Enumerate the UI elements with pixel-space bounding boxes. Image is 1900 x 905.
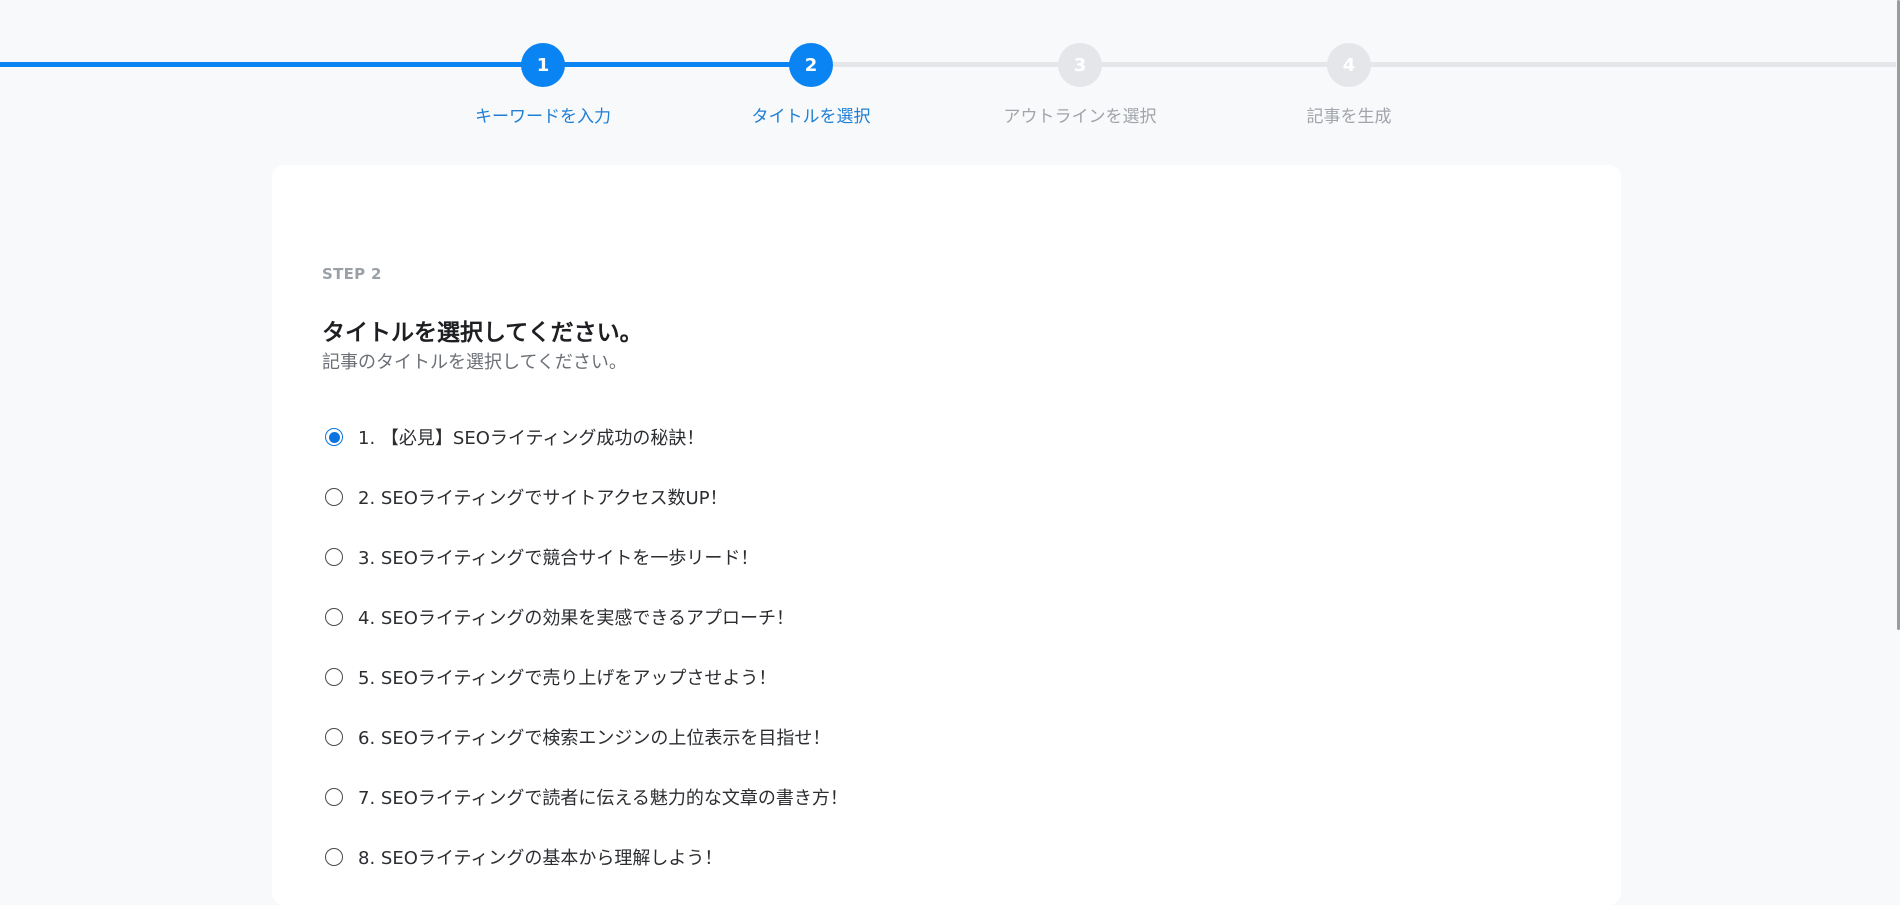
- title-option-label: 7. SEOライティングで読者に伝える魅力的な文章の書き方！: [358, 788, 848, 809]
- radio-button[interactable]: [325, 488, 343, 506]
- step-title-select: 2 タイトルを選択: [711, 43, 911, 127]
- page-title: タイトルを選択してください。: [322, 320, 643, 346]
- title-option[interactable]: 8. SEOライティングの基本から理解しよう！: [322, 827, 848, 887]
- title-selection-card: STEP 2 タイトルを選択してください。 記事のタイトルを選択してください。 …: [272, 165, 1621, 905]
- page-description: 記事のタイトルを選択してください。: [322, 352, 627, 373]
- title-option[interactable]: 2. SEOライティングでサイトアクセス数UP！: [322, 467, 848, 527]
- step-number-badge: 3: [1058, 43, 1102, 87]
- radio-button[interactable]: [325, 848, 343, 866]
- title-option[interactable]: 6. SEOライティングで検索エンジンの上位表示を目指せ！: [322, 707, 848, 767]
- title-option-label: 1. 【必見】SEOライティング成功の秘訣！: [358, 428, 705, 449]
- progress-stepper: 1 キーワードを入力 2 タイトルを選択 3 アウトラインを選択 4 記事を生成: [0, 0, 1900, 140]
- progress-track-completed: [0, 62, 811, 67]
- title-options-list: 1. 【必見】SEOライティング成功の秘訣！ 2. SEOライティングでサイトア…: [322, 407, 848, 887]
- step-label: アウトラインを選択: [1003, 107, 1157, 127]
- title-option-label: 6. SEOライティングで検索エンジンの上位表示を目指せ！: [358, 728, 831, 749]
- title-option-label: 5. SEOライティングで売り上げをアップさせよう！: [358, 668, 777, 689]
- title-option[interactable]: 5. SEOライティングで売り上げをアップさせよう！: [322, 647, 848, 707]
- step-label: タイトルを選択: [751, 107, 871, 127]
- title-option[interactable]: 7. SEOライティングで読者に伝える魅力的な文章の書き方！: [322, 767, 848, 827]
- title-option[interactable]: 4. SEOライティングの効果を実感できるアプローチ！: [322, 587, 848, 647]
- radio-button[interactable]: [325, 788, 343, 806]
- title-option-label: 2. SEOライティングでサイトアクセス数UP！: [358, 488, 728, 509]
- title-option-label: 4. SEOライティングの効果を実感できるアプローチ！: [358, 608, 795, 629]
- title-option[interactable]: 3. SEOライティングで競合サイトを一歩リード！: [322, 527, 848, 587]
- step-label: 記事を生成: [1306, 107, 1392, 127]
- step-generate-article: 4 記事を生成: [1249, 43, 1449, 127]
- step-keyword-input: 1 キーワードを入力: [443, 43, 643, 127]
- step-indicator: STEP 2: [322, 265, 382, 283]
- title-option-label: 3. SEOライティングで競合サイトを一歩リード！: [358, 548, 759, 569]
- radio-button[interactable]: [325, 608, 343, 626]
- radio-button[interactable]: [325, 668, 343, 686]
- step-number-badge: 4: [1327, 43, 1371, 87]
- radio-button[interactable]: [325, 428, 343, 446]
- title-option[interactable]: 1. 【必見】SEOライティング成功の秘訣！: [322, 407, 848, 467]
- step-outline-select: 3 アウトラインを選択: [980, 43, 1180, 127]
- step-number-badge: 1: [521, 43, 565, 87]
- step-number-badge: 2: [789, 43, 833, 87]
- radio-button[interactable]: [325, 548, 343, 566]
- radio-button[interactable]: [325, 728, 343, 746]
- step-label: キーワードを入力: [475, 107, 611, 127]
- title-option-label: 8. SEOライティングの基本から理解しよう！: [358, 848, 723, 869]
